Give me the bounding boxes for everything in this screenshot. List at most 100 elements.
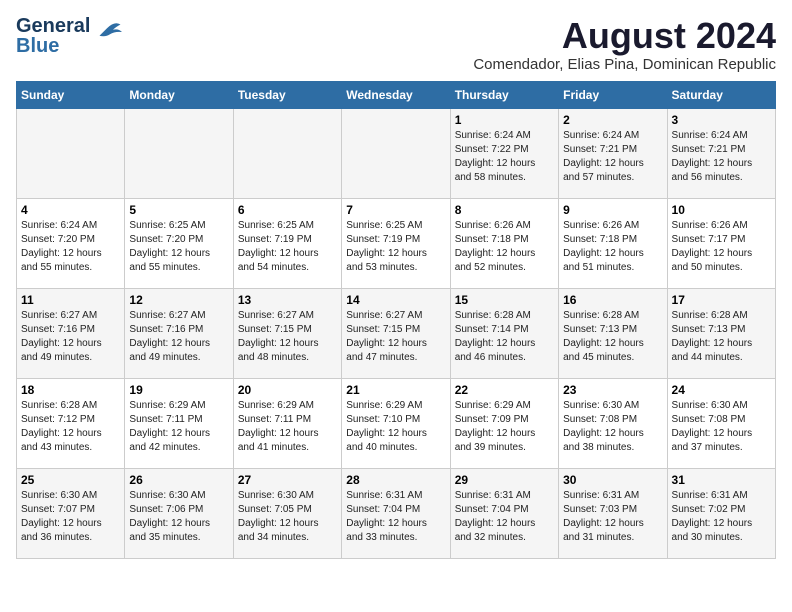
day-info: Sunrise: 6:26 AMSunset: 7:18 PMDaylight:… xyxy=(455,219,554,275)
calendar-cell: 31 Sunrise: 6:31 AMSunset: 7:02 PMDaylig… xyxy=(667,468,775,558)
day-number: 9 xyxy=(563,203,662,217)
calendar-cell: 26 Sunrise: 6:30 AMSunset: 7:06 PMDaylig… xyxy=(125,468,233,558)
calendar-week-5: 25 Sunrise: 6:30 AMSunset: 7:07 PMDaylig… xyxy=(17,468,776,558)
calendar-cell: 17 Sunrise: 6:28 AMSunset: 7:13 PMDaylig… xyxy=(667,288,775,378)
day-number: 7 xyxy=(346,203,445,217)
day-info: Sunrise: 6:29 AMSunset: 7:11 PMDaylight:… xyxy=(129,399,228,455)
day-info: Sunrise: 6:27 AMSunset: 7:15 PMDaylight:… xyxy=(238,309,337,365)
day-number: 17 xyxy=(672,293,771,307)
day-number: 19 xyxy=(129,383,228,397)
calendar-cell: 5 Sunrise: 6:25 AMSunset: 7:20 PMDayligh… xyxy=(125,198,233,288)
calendar-cell: 20 Sunrise: 6:29 AMSunset: 7:11 PMDaylig… xyxy=(233,378,341,468)
header-monday: Monday xyxy=(125,81,233,108)
day-info: Sunrise: 6:31 AMSunset: 7:04 PMDaylight:… xyxy=(346,489,445,545)
day-number: 10 xyxy=(672,203,771,217)
day-number: 20 xyxy=(238,383,337,397)
day-number: 28 xyxy=(346,473,445,487)
calendar-cell: 22 Sunrise: 6:29 AMSunset: 7:09 PMDaylig… xyxy=(450,378,558,468)
calendar-cell xyxy=(17,108,125,198)
day-info: Sunrise: 6:31 AMSunset: 7:04 PMDaylight:… xyxy=(455,489,554,545)
day-number: 3 xyxy=(672,113,771,127)
day-info: Sunrise: 6:28 AMSunset: 7:13 PMDaylight:… xyxy=(672,309,771,365)
day-info: Sunrise: 6:26 AMSunset: 7:17 PMDaylight:… xyxy=(672,219,771,275)
calendar-cell: 19 Sunrise: 6:29 AMSunset: 7:11 PMDaylig… xyxy=(125,378,233,468)
day-number: 31 xyxy=(672,473,771,487)
day-info: Sunrise: 6:30 AMSunset: 7:08 PMDaylight:… xyxy=(563,399,662,455)
calendar-week-3: 11 Sunrise: 6:27 AMSunset: 7:16 PMDaylig… xyxy=(17,288,776,378)
day-number: 11 xyxy=(21,293,120,307)
day-info: Sunrise: 6:29 AMSunset: 7:11 PMDaylight:… xyxy=(238,399,337,455)
calendar-cell: 8 Sunrise: 6:26 AMSunset: 7:18 PMDayligh… xyxy=(450,198,558,288)
calendar-cell: 13 Sunrise: 6:27 AMSunset: 7:15 PMDaylig… xyxy=(233,288,341,378)
calendar-cell xyxy=(233,108,341,198)
day-number: 22 xyxy=(455,383,554,397)
header-wednesday: Wednesday xyxy=(342,81,450,108)
day-info: Sunrise: 6:30 AMSunset: 7:05 PMDaylight:… xyxy=(238,489,337,545)
day-number: 5 xyxy=(129,203,228,217)
page-header: General Blue August 2024 Comendador, Eli… xyxy=(16,16,776,73)
calendar-cell: 23 Sunrise: 6:30 AMSunset: 7:08 PMDaylig… xyxy=(559,378,667,468)
calendar-cell: 11 Sunrise: 6:27 AMSunset: 7:16 PMDaylig… xyxy=(17,288,125,378)
calendar-cell: 29 Sunrise: 6:31 AMSunset: 7:04 PMDaylig… xyxy=(450,468,558,558)
calendar-week-1: 1 Sunrise: 6:24 AMSunset: 7:22 PMDayligh… xyxy=(17,108,776,198)
logo-general: General xyxy=(16,15,90,37)
title-block: August 2024 Comendador, Elias Pina, Domi… xyxy=(473,16,776,73)
calendar-cell: 1 Sunrise: 6:24 AMSunset: 7:22 PMDayligh… xyxy=(450,108,558,198)
day-info: Sunrise: 6:27 AMSunset: 7:16 PMDaylight:… xyxy=(129,309,228,365)
month-title: August 2024 xyxy=(473,16,776,56)
day-info: Sunrise: 6:28 AMSunset: 7:14 PMDaylight:… xyxy=(455,309,554,365)
calendar-cell: 14 Sunrise: 6:27 AMSunset: 7:15 PMDaylig… xyxy=(342,288,450,378)
logo-blue: Blue xyxy=(16,35,59,57)
day-number: 15 xyxy=(455,293,554,307)
day-number: 12 xyxy=(129,293,228,307)
calendar-cell: 18 Sunrise: 6:28 AMSunset: 7:12 PMDaylig… xyxy=(17,378,125,468)
day-number: 24 xyxy=(672,383,771,397)
logo: General Blue xyxy=(16,16,122,56)
calendar-cell: 10 Sunrise: 6:26 AMSunset: 7:17 PMDaylig… xyxy=(667,198,775,288)
calendar-cell: 9 Sunrise: 6:26 AMSunset: 7:18 PMDayligh… xyxy=(559,198,667,288)
calendar-week-4: 18 Sunrise: 6:28 AMSunset: 7:12 PMDaylig… xyxy=(17,378,776,468)
day-info: Sunrise: 6:30 AMSunset: 7:07 PMDaylight:… xyxy=(21,489,120,545)
day-info: Sunrise: 6:24 AMSunset: 7:20 PMDaylight:… xyxy=(21,219,120,275)
day-info: Sunrise: 6:27 AMSunset: 7:15 PMDaylight:… xyxy=(346,309,445,365)
day-number: 25 xyxy=(21,473,120,487)
calendar-cell: 30 Sunrise: 6:31 AMSunset: 7:03 PMDaylig… xyxy=(559,468,667,558)
calendar-cell: 6 Sunrise: 6:25 AMSunset: 7:19 PMDayligh… xyxy=(233,198,341,288)
day-info: Sunrise: 6:25 AMSunset: 7:19 PMDaylight:… xyxy=(238,219,337,275)
calendar-cell: 28 Sunrise: 6:31 AMSunset: 7:04 PMDaylig… xyxy=(342,468,450,558)
calendar-table: SundayMondayTuesdayWednesdayThursdayFrid… xyxy=(16,81,776,559)
day-number: 4 xyxy=(21,203,120,217)
subtitle: Comendador, Elias Pina, Dominican Republ… xyxy=(473,56,776,73)
calendar-cell: 21 Sunrise: 6:29 AMSunset: 7:10 PMDaylig… xyxy=(342,378,450,468)
day-info: Sunrise: 6:28 AMSunset: 7:12 PMDaylight:… xyxy=(21,399,120,455)
header-thursday: Thursday xyxy=(450,81,558,108)
calendar-cell: 25 Sunrise: 6:30 AMSunset: 7:07 PMDaylig… xyxy=(17,468,125,558)
day-info: Sunrise: 6:28 AMSunset: 7:13 PMDaylight:… xyxy=(563,309,662,365)
day-number: 18 xyxy=(21,383,120,397)
calendar-week-2: 4 Sunrise: 6:24 AMSunset: 7:20 PMDayligh… xyxy=(17,198,776,288)
day-number: 6 xyxy=(238,203,337,217)
calendar-cell: 15 Sunrise: 6:28 AMSunset: 7:14 PMDaylig… xyxy=(450,288,558,378)
header-friday: Friday xyxy=(559,81,667,108)
day-info: Sunrise: 6:24 AMSunset: 7:22 PMDaylight:… xyxy=(455,129,554,185)
day-info: Sunrise: 6:24 AMSunset: 7:21 PMDaylight:… xyxy=(563,129,662,185)
calendar-cell: 12 Sunrise: 6:27 AMSunset: 7:16 PMDaylig… xyxy=(125,288,233,378)
day-info: Sunrise: 6:26 AMSunset: 7:18 PMDaylight:… xyxy=(563,219,662,275)
calendar-cell: 24 Sunrise: 6:30 AMSunset: 7:08 PMDaylig… xyxy=(667,378,775,468)
day-info: Sunrise: 6:25 AMSunset: 7:20 PMDaylight:… xyxy=(129,219,228,275)
logo-bird-icon xyxy=(92,17,122,47)
day-info: Sunrise: 6:31 AMSunset: 7:02 PMDaylight:… xyxy=(672,489,771,545)
day-info: Sunrise: 6:27 AMSunset: 7:16 PMDaylight:… xyxy=(21,309,120,365)
day-info: Sunrise: 6:25 AMSunset: 7:19 PMDaylight:… xyxy=(346,219,445,275)
day-number: 8 xyxy=(455,203,554,217)
day-info: Sunrise: 6:30 AMSunset: 7:08 PMDaylight:… xyxy=(672,399,771,455)
calendar-header-row: SundayMondayTuesdayWednesdayThursdayFrid… xyxy=(17,81,776,108)
day-info: Sunrise: 6:31 AMSunset: 7:03 PMDaylight:… xyxy=(563,489,662,545)
calendar-cell xyxy=(342,108,450,198)
day-number: 27 xyxy=(238,473,337,487)
day-number: 2 xyxy=(563,113,662,127)
day-info: Sunrise: 6:29 AMSunset: 7:10 PMDaylight:… xyxy=(346,399,445,455)
day-number: 23 xyxy=(563,383,662,397)
day-info: Sunrise: 6:29 AMSunset: 7:09 PMDaylight:… xyxy=(455,399,554,455)
header-saturday: Saturday xyxy=(667,81,775,108)
